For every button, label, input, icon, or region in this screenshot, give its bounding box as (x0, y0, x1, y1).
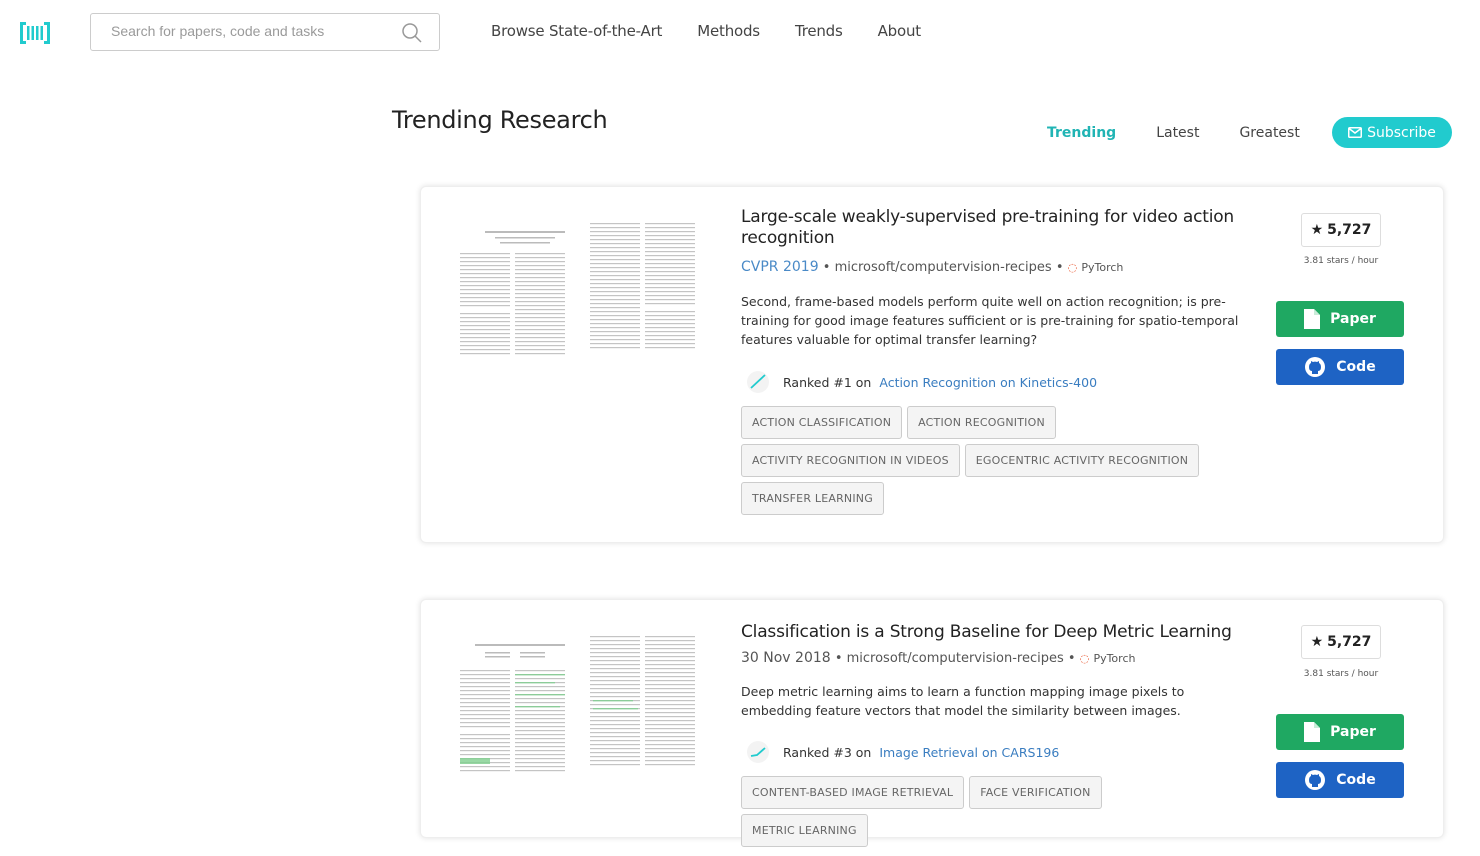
paper-rank: Ranked #1 on Action Recognition on Kinet… (741, 370, 1097, 394)
paper-thumbnail[interactable] (445, 630, 725, 790)
paper-abstract: Deep metric learning aims to learn a fun… (741, 684, 1185, 718)
code-button[interactable]: Code (1276, 349, 1404, 385)
document-icon (1304, 722, 1321, 742)
page-title: Trending Research (392, 106, 608, 134)
navbar: Browse State-of-the-Art Methods Trends A… (0, 0, 1480, 64)
star-count-value: 5,727 (1327, 222, 1372, 238)
star-icon: ★ (1310, 634, 1324, 650)
star-count: ★ 5,727 (1301, 625, 1381, 659)
paper-rank: Ranked #3 on Image Retrieval on CARS196 (741, 740, 1059, 764)
tab-trending[interactable]: Trending (1047, 125, 1116, 141)
tag[interactable]: Content-Based Image Retrieval (741, 776, 965, 809)
framework-label: PyTorch (1093, 652, 1136, 665)
tag[interactable]: Activity Recognition In Videos (741, 444, 960, 477)
sota-chart-icon (747, 371, 769, 393)
tag[interactable]: Face Verification (969, 776, 1102, 809)
nav-methods[interactable]: Methods (697, 22, 760, 40)
subscribe-button[interactable]: Subscribe (1332, 117, 1452, 148)
tag-list: Content-Based Image Retrieval Face Verif… (741, 776, 1221, 847)
tab-latest[interactable]: Latest (1156, 125, 1199, 141)
main-nav: Browse State-of-the-Art Methods Trends A… (491, 22, 921, 40)
paper-button[interactable]: Paper (1276, 714, 1404, 750)
paper-date: 30 Nov 2018 (741, 650, 831, 666)
search-icon[interactable] (401, 22, 423, 44)
paper-button-label: Paper (1330, 724, 1376, 740)
rank-prefix: Ranked #1 on (783, 374, 872, 390)
tab-greatest[interactable]: Greatest (1239, 125, 1299, 141)
tag[interactable]: Action Classification (741, 406, 903, 439)
paper-title[interactable]: Large-scale weakly-supervised pre-traini… (741, 207, 1241, 249)
github-icon (1305, 770, 1326, 790)
pytorch-icon: ◌ (1067, 261, 1078, 274)
paper-repo[interactable]: microsoft/computervision-recipes (835, 260, 1052, 275)
paper-venue[interactable]: CVPR 2019 (741, 259, 819, 275)
search-box[interactable] (90, 13, 440, 51)
tag-list: Action Classification Action Recognition… (741, 406, 1221, 515)
paper-card: Large-scale weakly-supervised pre-traini… (420, 186, 1444, 543)
nav-browse-sota[interactable]: Browse State-of-the-Art (491, 22, 662, 40)
star-icon: ★ (1310, 222, 1324, 238)
subscribe-label: Subscribe (1367, 124, 1436, 141)
code-button-label: Code (1336, 772, 1376, 788)
document-icon (1304, 309, 1321, 329)
code-button-label: Code (1336, 359, 1376, 375)
paper-repo[interactable]: microsoft/computervision-recipes (847, 651, 1064, 666)
tag[interactable]: Transfer Learning (741, 482, 884, 515)
paper-button-label: Paper (1330, 311, 1376, 327)
star-count: ★ 5,727 (1301, 213, 1381, 247)
star-count-value: 5,727 (1327, 634, 1372, 650)
code-button[interactable]: Code (1276, 762, 1404, 798)
pytorch-icon: ◌ (1079, 652, 1090, 665)
stars-rate: 3.81 stars / hour (1303, 669, 1379, 679)
papers-with-code-logo-icon[interactable] (20, 20, 50, 46)
envelope-icon (1348, 127, 1363, 138)
tag[interactable]: Egocentric Activity Recognition (964, 444, 1200, 477)
paper-button[interactable]: Paper (1276, 301, 1404, 337)
tag[interactable]: Action Recognition (907, 406, 1056, 439)
paper-meta: CVPR 2019 • microsoft/computervision-rec… (741, 259, 1124, 275)
search-input[interactable] (111, 23, 391, 39)
tag[interactable]: Metric Learning (741, 814, 868, 847)
paper-card: Classification is a Strong Baseline for … (420, 599, 1444, 847)
nav-about[interactable]: About (878, 22, 922, 40)
paper-abstract: Second, frame-based models perform quite… (741, 294, 1239, 347)
github-icon (1305, 357, 1326, 377)
paper-meta: 30 Nov 2018 • microsoft/computervision-r… (741, 650, 1136, 666)
rank-prefix: Ranked #3 on (783, 744, 872, 760)
paper-title[interactable]: Classification is a Strong Baseline for … (741, 622, 1241, 643)
paper-thumbnail[interactable] (445, 217, 725, 377)
framework-label: PyTorch (1081, 261, 1124, 274)
rank-task-link[interactable]: Action Recognition on Kinetics-400 (879, 375, 1097, 390)
rank-task-link[interactable]: Image Retrieval on CARS196 (879, 745, 1059, 760)
nav-trends[interactable]: Trends (795, 22, 843, 40)
sota-chart-icon (747, 741, 769, 763)
stars-rate: 3.81 stars / hour (1303, 256, 1379, 266)
sort-tabs: Trending Latest Greatest (1047, 125, 1300, 141)
